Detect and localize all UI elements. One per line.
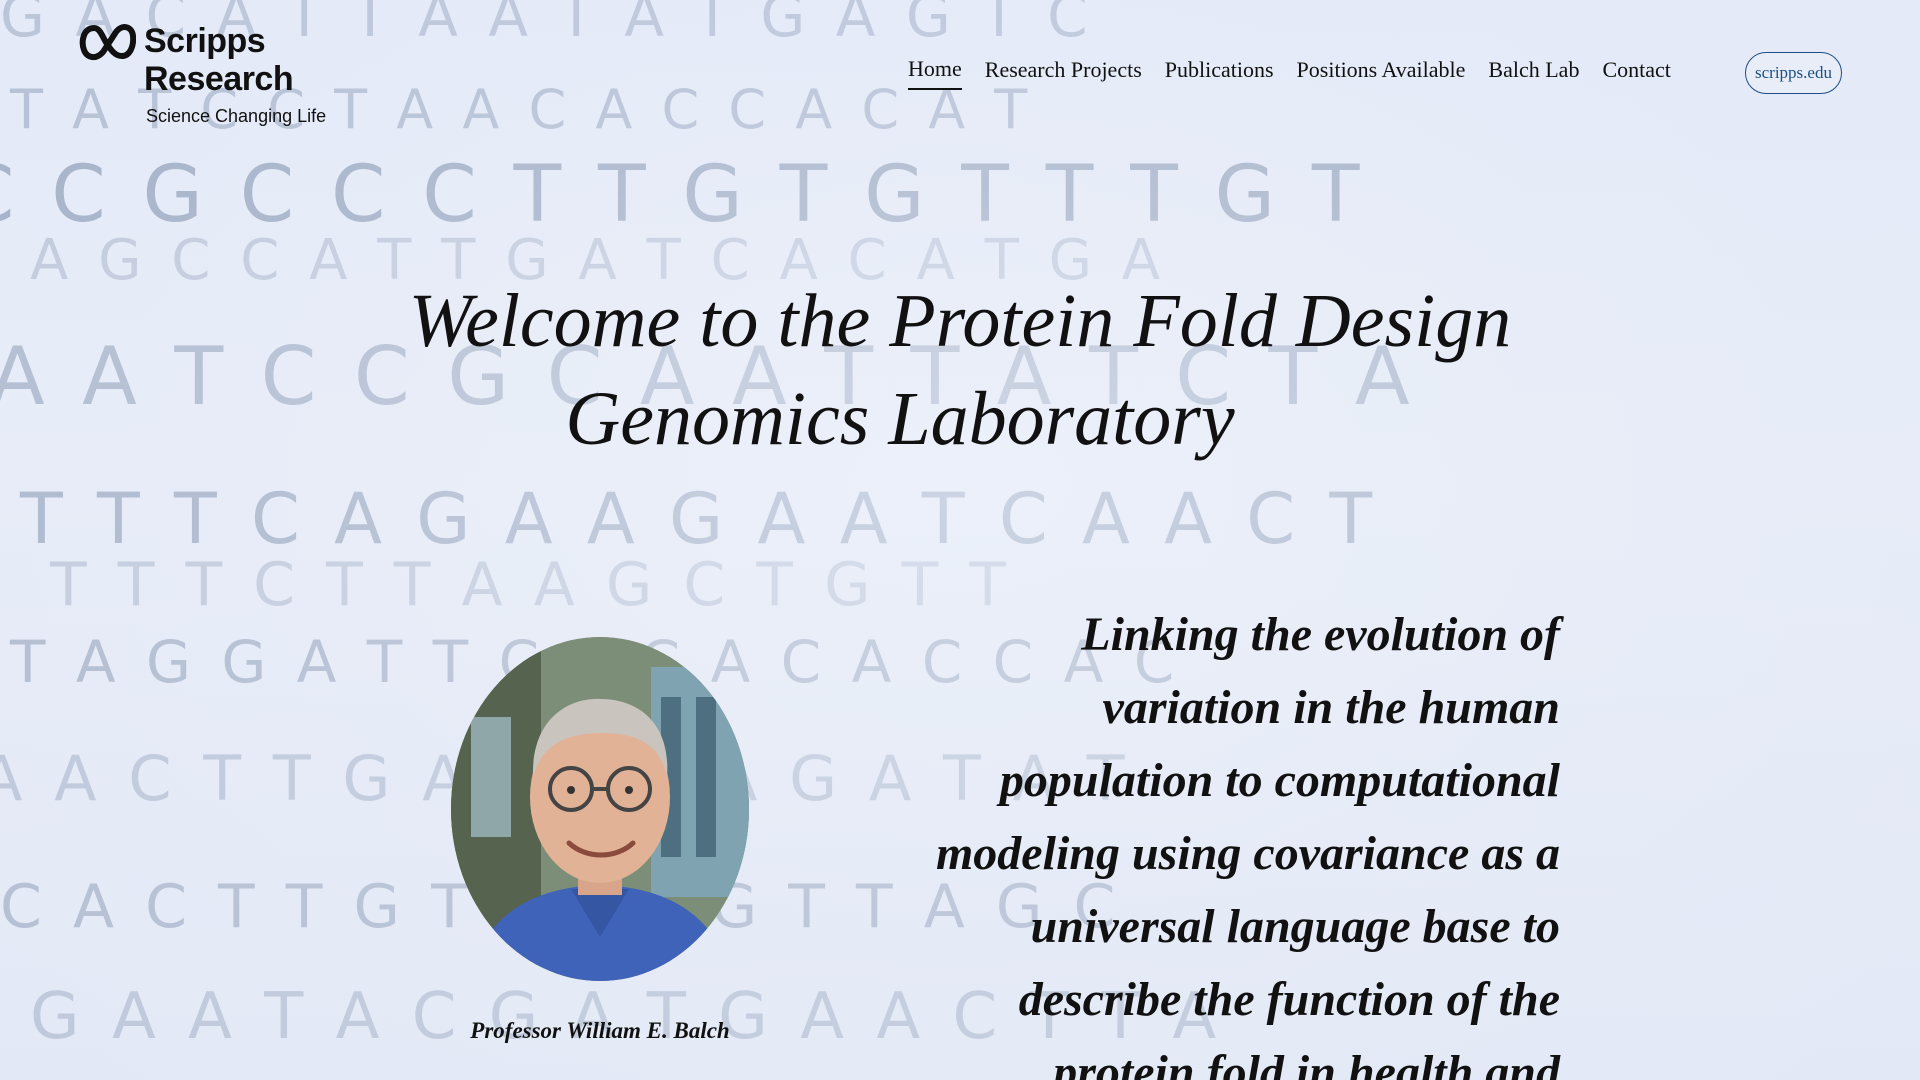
tagline-line: modeling using covariance as a [935, 827, 1560, 880]
professor-portrait [451, 637, 749, 981]
tagline-line: variation in the human [1102, 681, 1560, 734]
logo-wordmark: Scripps Research [144, 22, 294, 98]
nav-home[interactable]: Home [908, 56, 962, 90]
nav-positions-available[interactable]: Positions Available [1297, 57, 1466, 89]
scripps-logo[interactable]: Scripps Research Science Changing Life [78, 18, 348, 130]
page-title: Welcome to the Protein Fold Design Genom… [360, 272, 1560, 468]
tagline-line: describe the function of the [1018, 973, 1560, 1026]
title-line-2: Genomics Laboratory [565, 377, 1235, 461]
tagline-line: universal language base to [1030, 900, 1560, 953]
main-nav: Home Research Projects Publications Posi… [908, 56, 1671, 90]
logo-tagline: Science Changing Life [146, 106, 327, 126]
portrait-caption: Professor William E. Balch [470, 1018, 730, 1043]
nav-balch-lab[interactable]: Balch Lab [1488, 57, 1579, 89]
scripps-edu-button[interactable]: scripps.edu [1745, 52, 1842, 94]
tagline-line: protein fold in health and [1053, 1046, 1560, 1080]
tagline-line: population to computational [999, 754, 1560, 807]
logo-line-2: Research [144, 60, 294, 98]
nav-research-projects[interactable]: Research Projects [985, 57, 1142, 89]
title-line-1: Welcome to the Protein Fold Design [408, 279, 1512, 363]
nav-contact[interactable]: Contact [1602, 57, 1670, 89]
portrait-image [451, 637, 749, 981]
tagline-line: Linking the evolution of [1081, 608, 1560, 661]
logo-line-1: Scripps [144, 22, 266, 60]
nav-publications[interactable]: Publications [1165, 57, 1274, 89]
lab-tagline: Linking the evolution of variation in th… [905, 598, 1560, 1080]
infinity-logo-icon [79, 24, 136, 60]
